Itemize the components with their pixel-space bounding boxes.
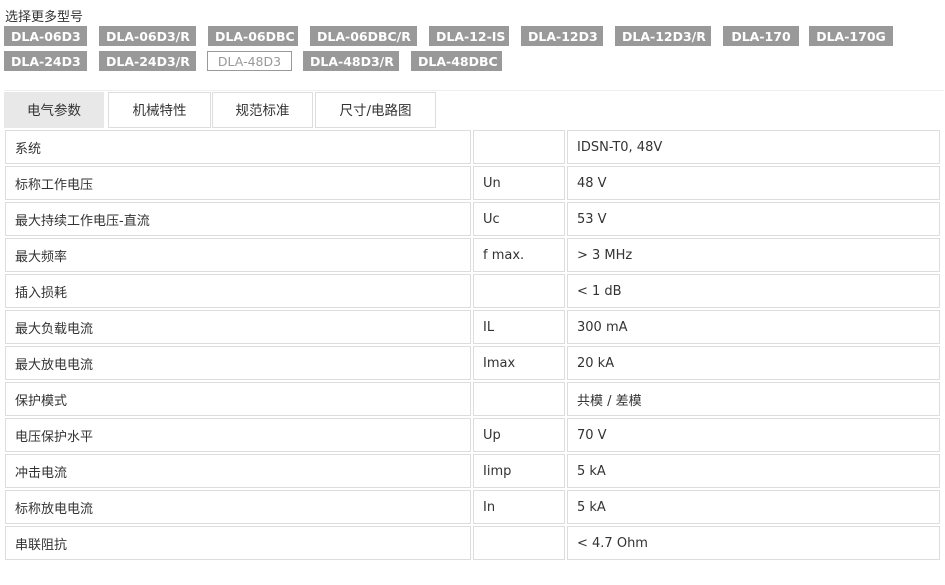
spec-value: < 1 dB: [567, 274, 940, 308]
spec-table: 系统 IDSN-T0, 48V 标称工作电压 Un 48 V 最大持续工作电压-…: [3, 128, 942, 562]
spec-symbol: [473, 526, 565, 560]
spec-name: 标称工作电压: [5, 166, 471, 200]
spec-name: 冲击电流: [5, 454, 471, 488]
table-row: 系统 IDSN-T0, 48V: [5, 130, 940, 164]
tab-standards[interactable]: 规范标准: [212, 92, 313, 128]
model-button-dla-06dbc-r[interactable]: DLA-06DBC/R: [310, 26, 417, 46]
spec-name: 最大放电电流: [5, 346, 471, 380]
model-button-dla-24d3-r[interactable]: DLA-24D3/R: [99, 51, 196, 71]
spec-value: < 4.7 Ohm: [567, 526, 940, 560]
spec-symbol: [473, 382, 565, 416]
spec-value: 5 kA: [567, 490, 940, 524]
spec-value: 20 kA: [567, 346, 940, 380]
spec-name: 最大负载电流: [5, 310, 471, 344]
spec-value: IDSN-T0, 48V: [567, 130, 940, 164]
spec-value: 共模 / 差模: [567, 382, 940, 416]
table-row: 最大持续工作电压-直流 Uc 53 V: [5, 202, 940, 236]
spec-symbol: [473, 130, 565, 164]
spec-symbol: Imax: [473, 346, 565, 380]
spec-name: 保护模式: [5, 382, 471, 416]
table-row: 冲击电流 Iimp 5 kA: [5, 454, 940, 488]
tab-mechanical-features[interactable]: 机械特性: [108, 92, 211, 128]
spec-value: 48 V: [567, 166, 940, 200]
table-row: 最大频率 f max. > 3 MHz: [5, 238, 940, 272]
spec-symbol: In: [473, 490, 565, 524]
spec-name: 插入损耗: [5, 274, 471, 308]
model-button-dla-24d3[interactable]: DLA-24D3: [4, 51, 87, 71]
model-button-dla-48d3-r[interactable]: DLA-48D3/R: [303, 51, 399, 71]
table-row: 最大负载电流 IL 300 mA: [5, 310, 940, 344]
spec-name: 标称放电电流: [5, 490, 471, 524]
table-row: 保护模式 共模 / 差模: [5, 382, 940, 416]
spec-symbol: [473, 274, 565, 308]
spec-name: 最大频率: [5, 238, 471, 272]
spec-symbol: Up: [473, 418, 565, 452]
product-spec-page: 选择更多型号 DLA-06D3 DLA-06D3/R DLA-06DBC DLA…: [0, 0, 945, 585]
section-divider: [4, 90, 944, 91]
spec-name: 最大持续工作电压-直流: [5, 202, 471, 236]
spec-value: > 3 MHz: [567, 238, 940, 272]
tab-dimensions-circuit[interactable]: 尺寸/电路图: [315, 92, 436, 128]
model-button-dla-06d3[interactable]: DLA-06D3: [4, 26, 87, 46]
spec-symbol: Un: [473, 166, 565, 200]
spec-symbol: Iimp: [473, 454, 565, 488]
table-row: 插入损耗 < 1 dB: [5, 274, 940, 308]
select-more-models-label: 选择更多型号: [5, 10, 84, 25]
model-button-dla-170g[interactable]: DLA-170G: [809, 26, 893, 46]
model-button-dla-06dbc[interactable]: DLA-06DBC: [208, 26, 298, 46]
spec-name: 电压保护水平: [5, 418, 471, 452]
model-button-dla-12d3-r[interactable]: DLA-12D3/R: [615, 26, 711, 46]
table-row: 标称工作电压 Un 48 V: [5, 166, 940, 200]
spec-symbol: Uc: [473, 202, 565, 236]
model-button-dla-48d3-active[interactable]: DLA-48D3: [207, 51, 292, 71]
table-row: 最大放电电流 Imax 20 kA: [5, 346, 940, 380]
model-button-dla-48dbc[interactable]: DLA-48DBC: [411, 51, 502, 71]
spec-value: 53 V: [567, 202, 940, 236]
spec-value: 300 mA: [567, 310, 940, 344]
table-row: 串联阻抗 < 4.7 Ohm: [5, 526, 940, 560]
spec-name: 系统: [5, 130, 471, 164]
table-row: 标称放电电流 In 5 kA: [5, 490, 940, 524]
model-button-dla-170[interactable]: DLA-170: [723, 26, 799, 46]
table-row: 电压保护水平 Up 70 V: [5, 418, 940, 452]
spec-value: 70 V: [567, 418, 940, 452]
spec-symbol: IL: [473, 310, 565, 344]
model-button-dla-12-is[interactable]: DLA-12-IS: [429, 26, 509, 46]
spec-name: 串联阻抗: [5, 526, 471, 560]
spec-symbol: f max.: [473, 238, 565, 272]
tab-electrical-params[interactable]: 电气参数: [4, 92, 104, 128]
spec-value: 5 kA: [567, 454, 940, 488]
model-button-dla-12d3[interactable]: DLA-12D3: [521, 26, 603, 46]
model-button-dla-06d3-r[interactable]: DLA-06D3/R: [99, 26, 196, 46]
